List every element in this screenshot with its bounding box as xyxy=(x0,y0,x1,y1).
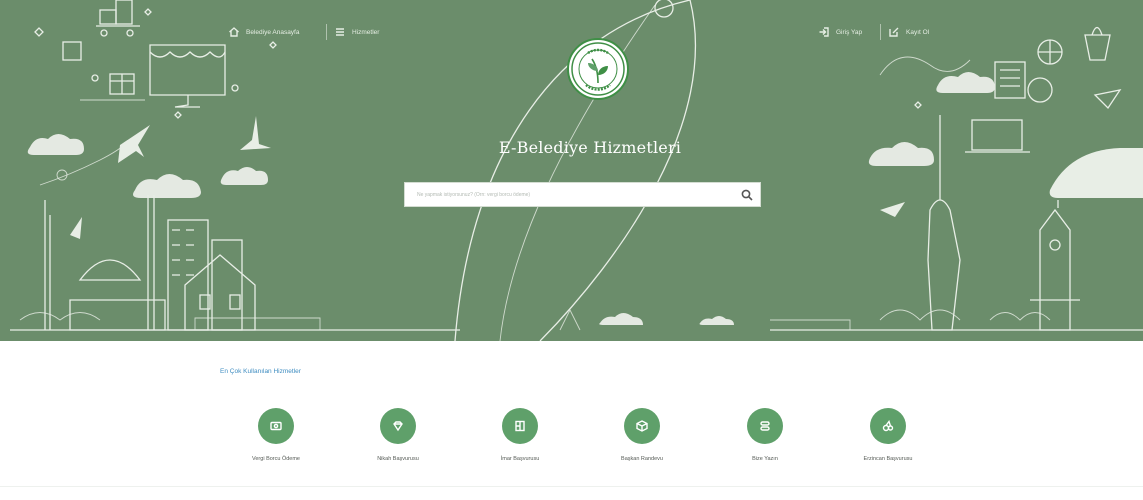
municipality-logo[interactable] xyxy=(567,38,629,100)
nav-link-register-label: Kayıt Ol xyxy=(906,28,930,36)
service-label: Başkan Randevu xyxy=(621,456,663,462)
service-marriage-application[interactable]: Nikah Başvurusu xyxy=(338,408,458,462)
nav-link-register[interactable]: Kayıt Ol xyxy=(888,25,929,39)
search-icon xyxy=(741,189,753,201)
nav-link-home[interactable]: Belediye Anasayfa xyxy=(228,25,299,39)
service-icon-circle xyxy=(380,408,416,444)
home-icon xyxy=(229,27,239,37)
nav-link-login[interactable]: Giriş Yap xyxy=(818,25,862,39)
diamond-ring-icon xyxy=(393,421,403,432)
message-icon xyxy=(760,421,770,431)
money-icon xyxy=(270,421,282,431)
service-erzincan-application[interactable]: Erzincan Başvurusu xyxy=(828,408,948,462)
service-icon-circle xyxy=(747,408,783,444)
building-plan-icon xyxy=(515,420,525,432)
service-icon-circle xyxy=(870,408,906,444)
service-label: İmar Başvurusu xyxy=(500,456,540,462)
service-icon-circle xyxy=(502,408,538,444)
service-write-to-us[interactable]: Bize Yazın xyxy=(705,408,825,462)
service-label: Vergi Borcu Ödeme xyxy=(252,456,300,462)
nav-divider xyxy=(880,24,881,40)
nav-link-services-label: Hizmetler xyxy=(352,28,380,36)
service-zoning-application[interactable]: İmar Başvurusu xyxy=(460,408,580,462)
service-search-bar xyxy=(404,182,761,207)
menu-icon xyxy=(336,28,344,36)
register-icon xyxy=(889,27,899,37)
service-mayor-appointment[interactable]: Başkan Randevu xyxy=(582,408,702,462)
service-label: Nikah Başvurusu xyxy=(377,456,419,462)
nav-link-services[interactable]: Hizmetler xyxy=(334,25,379,39)
search-button[interactable] xyxy=(734,182,760,207)
service-icon-circle xyxy=(624,408,660,444)
popular-services-title: En Çok Kullanılan Hizmetler xyxy=(220,368,301,375)
divider xyxy=(0,486,1143,487)
page-title: E-Belediye Hizmetleri xyxy=(498,138,682,157)
nav-link-home-label: Belediye Anasayfa xyxy=(246,28,300,36)
calendar-box-icon xyxy=(636,420,648,432)
service-icon-circle xyxy=(258,408,294,444)
login-icon xyxy=(819,27,829,37)
service-label: Erzincan Başvurusu xyxy=(863,456,913,462)
nav-link-login-label: Giriş Yap xyxy=(836,28,863,36)
nav-divider xyxy=(326,24,327,40)
service-tax-payment[interactable]: Vergi Borcu Ödeme xyxy=(216,408,336,462)
search-input[interactable] xyxy=(405,183,734,206)
gallery-icon xyxy=(882,420,894,432)
hero-banner: Belediye Anasayfa Hizmetler Giriş Yap Ka… xyxy=(0,0,1143,341)
service-label: Bize Yazın xyxy=(752,456,778,462)
municipality-seal-icon xyxy=(571,42,625,96)
